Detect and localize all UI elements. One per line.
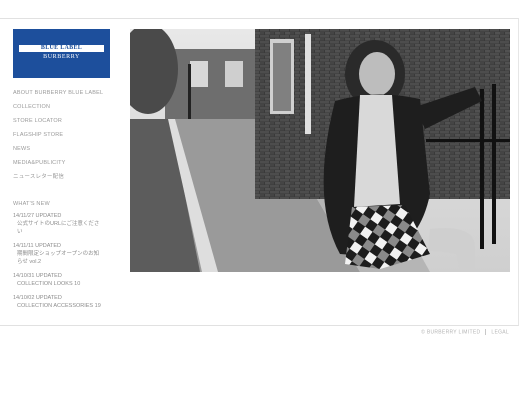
news-date: 14/11/27 UPDATED	[13, 213, 62, 219]
news-item[interactable]: 14/10/02 UPDATED COLLECTION ACCESSORIES …	[13, 295, 103, 310]
nav-item-store-locator[interactable]: STORE LOCATOR	[13, 117, 103, 131]
nav-item-flagship-store[interactable]: FLAGSHIP STORE	[13, 131, 103, 145]
news-date: 14/10/31 UPDATED	[13, 273, 62, 279]
nav-item-news[interactable]: NEWS	[13, 145, 103, 159]
main-navigation: ABOUT BURBERRY BLUE LABEL COLLECTION STO…	[13, 89, 103, 187]
news-item[interactable]: 14/10/31 UPDATED COLLECTION LOOKS 10	[13, 273, 103, 288]
whats-new-list: 14/11/27 UPDATED 公式サイトのURLにご注意ください 14/11…	[13, 213, 103, 317]
copyright-text: © BURBERRY LIMITED	[421, 329, 481, 336]
news-item[interactable]: 14/11/11 UPDATED 期間限定ショップオープンのお知 らせ vol.2	[13, 243, 103, 266]
nav-item-collection[interactable]: COLLECTION	[13, 103, 103, 117]
site-footer: © BURBERRY LIMITED LEGAL	[421, 329, 509, 335]
nav-item-about[interactable]: ABOUT BURBERRY BLUE LABEL	[13, 89, 103, 103]
news-title: COLLECTION ACCESSORIES 19	[17, 303, 101, 309]
news-title: COLLECTION LOOKS 10	[17, 281, 81, 287]
whats-new-heading: WHAT'S NEW	[13, 201, 50, 207]
nav-item-newsletter[interactable]: ニュースレター配信	[13, 173, 103, 187]
news-title: 公式サイトのURLにご注意ください	[17, 221, 100, 235]
news-item[interactable]: 14/11/27 UPDATED 公式サイトのURLにご注意ください	[13, 213, 103, 236]
nav-item-media-publicity[interactable]: MEDIA&PUBLICITY	[13, 159, 103, 173]
logo-line-2: BURBERRY	[43, 54, 80, 60]
footer-divider	[485, 329, 487, 335]
news-title: 期間限定ショップオープンのお知 らせ vol.2	[17, 251, 100, 265]
hero-photo-illustration	[130, 29, 510, 272]
news-date: 14/11/11 UPDATED	[13, 243, 61, 249]
blue-label-logo[interactable]: BLUE LABEL BURBERRY	[13, 29, 110, 78]
news-date: 14/10/02 UPDATED	[13, 295, 62, 301]
legal-link[interactable]: LEGAL	[491, 329, 509, 335]
logo-line-1: BLUE LABEL	[19, 45, 104, 52]
hero-photo	[130, 29, 510, 272]
